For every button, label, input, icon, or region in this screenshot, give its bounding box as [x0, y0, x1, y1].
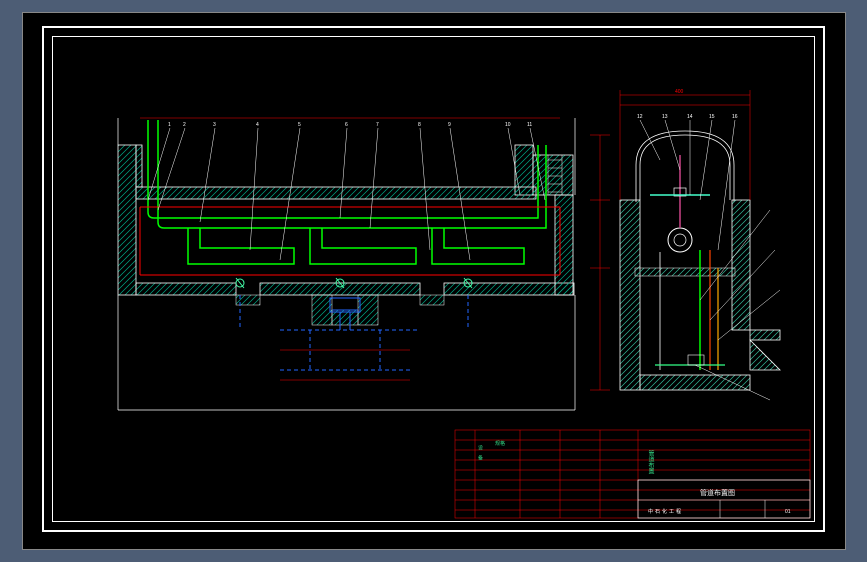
- svg-text:备: 备: [477, 454, 483, 461]
- cad-drawing-canvas[interactable]: 1 2 3 4 5 6 7 8 9 10 11: [0, 0, 867, 562]
- title-block: 设 备 规格 管道布置 管道布置图 中石化工程 01: [455, 430, 810, 518]
- plan-view: 1 2 3 4 5 6 7 8 9 10 11: [118, 118, 575, 410]
- svg-text:14: 14: [687, 114, 693, 120]
- svg-text:16: 16: [732, 114, 738, 120]
- svg-text:12: 12: [637, 114, 643, 120]
- svg-text:13: 13: [662, 114, 668, 120]
- drawing-title: 管道布置图: [700, 488, 735, 497]
- svg-text:7: 7: [376, 122, 379, 128]
- svg-text:规格: 规格: [495, 440, 505, 447]
- dim-width: 400: [675, 89, 684, 95]
- section-view: 400: [590, 89, 780, 400]
- svg-text:9: 9: [448, 122, 451, 128]
- svg-text:管道布置: 管道布置: [647, 449, 654, 474]
- svg-text:4: 4: [256, 122, 259, 128]
- svg-text:1: 1: [168, 122, 171, 128]
- drawing-number: 01: [785, 509, 791, 515]
- section-pipework: [650, 155, 725, 370]
- svg-text:15: 15: [709, 114, 715, 120]
- svg-text:5: 5: [298, 122, 301, 128]
- callout-numbers: 1 2 3 4 5 6 7 8 9 10 11: [168, 122, 532, 128]
- svg-text:2: 2: [183, 122, 186, 128]
- svg-text:设: 设: [477, 444, 483, 451]
- project-name: 中石化工程: [648, 508, 683, 515]
- svg-text:11: 11: [527, 122, 532, 128]
- svg-text:6: 6: [345, 122, 348, 128]
- svg-text:10: 10: [505, 122, 511, 128]
- svg-text:8: 8: [418, 122, 421, 128]
- drain-lines: [240, 295, 468, 370]
- svg-text:3: 3: [213, 122, 216, 128]
